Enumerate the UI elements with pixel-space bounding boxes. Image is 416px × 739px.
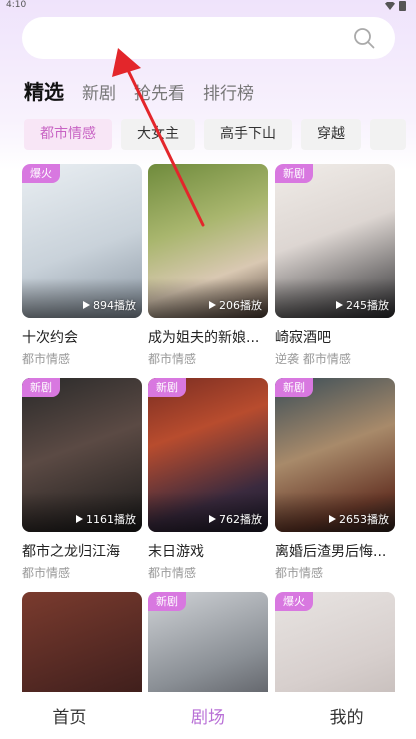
play-count-label: 245播放 xyxy=(346,299,389,312)
nav-home[interactable]: 首页 xyxy=(0,703,139,728)
play-icon xyxy=(76,515,83,523)
status-icons xyxy=(385,1,406,11)
drama-tags: 逆袭 都市情感 xyxy=(275,352,351,366)
drama-card[interactable]: 新剧 1161播放 都市之龙归江海 都市情感 xyxy=(22,378,142,581)
play-count: 206播放 xyxy=(209,297,262,313)
drama-title[interactable]: 十次约会 xyxy=(22,327,142,347)
chip-more[interactable] xyxy=(370,119,407,150)
drama-tags: 都市情感 xyxy=(22,566,71,580)
play-icon xyxy=(329,515,336,523)
drama-card[interactable]: 爆火 894播放 十次约会 都市情感 xyxy=(22,164,142,367)
play-count-label: 206播放 xyxy=(219,299,262,312)
chip-urban-romance[interactable]: 都市情感 xyxy=(24,119,112,150)
play-count-label: 1161播放 xyxy=(86,513,136,526)
drama-card[interactable]: 206播放 成为姐夫的新娘... 都市情感 xyxy=(148,164,268,367)
status-badge: 爆火 xyxy=(22,164,60,183)
tab-preview[interactable]: 抢先看 xyxy=(134,79,185,104)
chip-master-descends[interactable]: 高手下山 xyxy=(204,119,292,150)
drama-tags: 都市情感 xyxy=(148,352,197,366)
play-count: 2653播放 xyxy=(329,511,389,527)
status-badge: 新剧 xyxy=(275,164,313,183)
drama-title[interactable]: 都市之龙归江海 xyxy=(22,541,142,561)
play-count: 1161播放 xyxy=(76,511,136,527)
drama-poster[interactable]: 新剧 245播放 xyxy=(275,164,395,318)
drama-tags: 都市情感 xyxy=(22,352,71,366)
chip-female-lead[interactable]: 大女主 xyxy=(121,119,195,150)
play-icon xyxy=(209,301,216,309)
drama-tags: 都市情感 xyxy=(275,566,324,580)
status-badge: 新剧 xyxy=(148,378,186,397)
wifi-icon xyxy=(385,2,395,10)
tab-new[interactable]: 新剧 xyxy=(82,79,116,104)
status-time: 4:10 xyxy=(6,0,27,10)
drama-poster[interactable]: 新剧 762播放 xyxy=(148,378,268,532)
status-badge: 爆火 xyxy=(275,592,313,611)
play-count: 245播放 xyxy=(336,297,389,313)
tab-featured[interactable]: 精选 xyxy=(24,76,64,105)
category-tabs: 精选 新剧 抢先看 排行榜 xyxy=(24,76,272,108)
drama-tags: 都市情感 xyxy=(148,566,197,580)
drama-poster[interactable]: 206播放 xyxy=(148,164,268,318)
chip-time-travel[interactable]: 穿越 xyxy=(301,119,361,150)
play-count: 894播放 xyxy=(83,297,136,313)
status-bar: 4:10 xyxy=(0,0,416,12)
status-badge: 新剧 xyxy=(148,592,186,611)
status-badge: 新剧 xyxy=(275,378,313,397)
drama-title[interactable]: 崎寂酒吧 xyxy=(275,327,395,347)
search-bar[interactable] xyxy=(22,17,395,59)
drama-card[interactable]: 新剧 762播放 末日游戏 都市情感 xyxy=(148,378,268,581)
bottom-nav: 首页 剧场 我的 xyxy=(0,692,416,739)
drama-poster[interactable]: 新剧 2653播放 xyxy=(275,378,395,532)
drama-title[interactable]: 离婚后渣男后悔... xyxy=(275,541,395,561)
drama-card[interactable]: 新剧 2653播放 离婚后渣男后悔... 都市情感 xyxy=(275,378,395,581)
battery-icon xyxy=(399,1,406,11)
drama-poster[interactable]: 爆火 894播放 xyxy=(22,164,142,318)
tab-ranking[interactable]: 排行榜 xyxy=(203,79,254,104)
nav-theater[interactable]: 剧场 xyxy=(139,703,278,728)
drama-poster[interactable]: 新剧 1161播放 xyxy=(22,378,142,532)
status-badge: 新剧 xyxy=(22,378,60,397)
play-icon xyxy=(83,301,90,309)
play-icon xyxy=(336,301,343,309)
drama-card[interactable]: 新剧 245播放 崎寂酒吧 逆袭 都市情感 xyxy=(275,164,395,367)
drama-title[interactable]: 成为姐夫的新娘... xyxy=(148,327,268,347)
nav-mine[interactable]: 我的 xyxy=(277,703,416,728)
drama-title[interactable]: 末日游戏 xyxy=(148,541,268,561)
play-count-label: 762播放 xyxy=(219,513,262,526)
genre-chips: 都市情感 大女主 高手下山 穿越 xyxy=(24,119,416,151)
play-count-label: 894播放 xyxy=(93,299,136,312)
play-count-label: 2653播放 xyxy=(339,513,389,526)
play-count: 762播放 xyxy=(209,511,262,527)
play-icon xyxy=(209,515,216,523)
search-icon[interactable] xyxy=(353,27,375,49)
